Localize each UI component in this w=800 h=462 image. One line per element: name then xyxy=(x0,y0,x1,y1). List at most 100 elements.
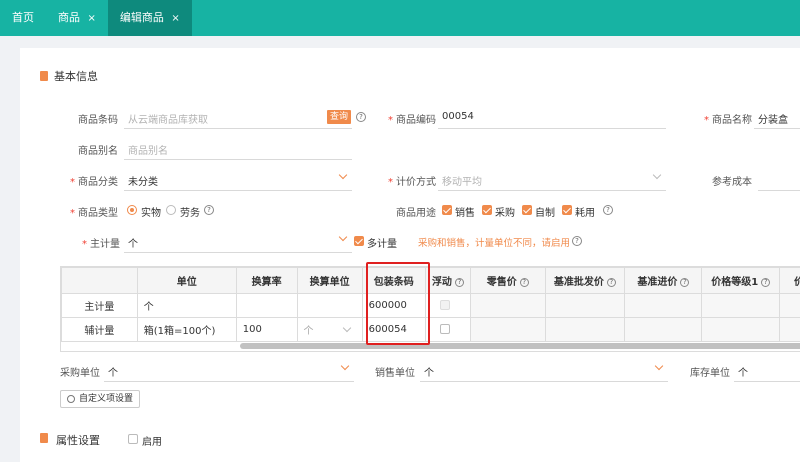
valuation-underline xyxy=(438,190,666,191)
tab-home[interactable]: 首页 xyxy=(0,0,46,36)
stock-unit-label: 库存单位 xyxy=(690,368,730,379)
required-mark: * xyxy=(388,115,393,126)
close-icon[interactable]: × xyxy=(171,13,179,24)
wholesale-price-cell[interactable] xyxy=(544,317,626,342)
radio-service-label: 劳务 xyxy=(180,208,200,219)
checkbox-selfmade-label: 自制 xyxy=(535,208,555,219)
chevron-down-icon[interactable] xyxy=(652,170,662,180)
checkbox-enable-attributes[interactable] xyxy=(128,434,138,444)
document-icon xyxy=(40,71,48,81)
conv-unit-cell[interactable] xyxy=(296,293,363,318)
float-cell xyxy=(424,293,471,318)
help-icon[interactable]: ? xyxy=(680,277,690,287)
sale-unit-label: 销售单位 xyxy=(375,368,415,379)
checkbox-sale[interactable] xyxy=(442,205,452,215)
required-mark: * xyxy=(388,177,393,188)
purchase-price-cell[interactable] xyxy=(624,293,703,318)
header-text: 基准进价 xyxy=(637,277,678,288)
required-mark: * xyxy=(70,177,75,188)
code-label-text: 商品编码 xyxy=(396,115,436,126)
radio-physical[interactable] xyxy=(127,205,137,215)
float-checkbox[interactable] xyxy=(439,324,450,334)
unit-cell[interactable]: 箱(1箱=100个) xyxy=(136,317,237,342)
name-input[interactable]: 分装盒 xyxy=(758,111,788,126)
chevron-down-icon[interactable] xyxy=(338,232,348,242)
extra-cell[interactable] xyxy=(779,293,800,318)
chevron-down-icon[interactable] xyxy=(654,361,664,371)
sale-unit-select[interactable]: 个 xyxy=(424,364,434,379)
checkbox-multi-unit[interactable] xyxy=(354,236,364,246)
code-input[interactable]: 00054 xyxy=(442,111,474,122)
stock-unit-underline xyxy=(734,381,800,382)
header-text: 基准批发价 xyxy=(553,277,604,288)
ref-cost-input[interactable] xyxy=(758,190,800,191)
tab-edit-product[interactable]: 编辑商品 × xyxy=(107,0,192,36)
wholesale-price-cell[interactable] xyxy=(544,293,626,318)
retail-price-cell[interactable] xyxy=(469,293,546,318)
table-row: 辅计量 箱(1箱=100个) 100 个 600054 xyxy=(61,317,800,342)
gear-icon xyxy=(67,395,75,403)
units-table: 单位 换算率 换算单位 包装条码 浮动? 零售价? 基准批发价? 基准进价? 价… xyxy=(60,266,800,352)
alias-input[interactable]: 商品别名 xyxy=(128,142,168,157)
main-unit-label: * 主计量 xyxy=(60,235,120,250)
chevron-down-icon[interactable] xyxy=(338,170,348,180)
conv-unit-value: 个 xyxy=(303,326,314,337)
barcode-input[interactable]: 从云端商品库获取 xyxy=(128,111,208,126)
custom-fields-button[interactable]: 自定义项设置 xyxy=(60,390,141,408)
checkbox-consume[interactable] xyxy=(562,205,572,215)
table-scrollbar[interactable] xyxy=(240,343,800,349)
table-header: 基准进价? xyxy=(624,267,703,294)
help-icon[interactable]: ? xyxy=(761,277,771,287)
query-button[interactable]: 查询 xyxy=(327,110,352,124)
tab-label: 商品 xyxy=(58,11,80,24)
tab-bar: 首页 商品 × 编辑商品 × xyxy=(0,0,800,36)
rate-cell[interactable]: 100 xyxy=(235,317,298,342)
float-checkbox[interactable] xyxy=(439,300,450,310)
table-header: 价 xyxy=(779,267,800,294)
help-icon[interactable]: ? xyxy=(603,205,613,215)
price-level-cell[interactable] xyxy=(701,293,781,318)
checkbox-purchase[interactable] xyxy=(482,205,492,215)
checkbox-selfmade[interactable] xyxy=(522,205,532,215)
purchase-unit-select[interactable]: 个 xyxy=(108,364,118,379)
help-icon[interactable]: ? xyxy=(606,277,616,287)
radio-service[interactable] xyxy=(166,205,176,215)
help-icon[interactable]: ? xyxy=(356,112,366,122)
name-label: * 商品名称 xyxy=(696,111,752,126)
required-mark: * xyxy=(82,239,87,250)
help-icon[interactable]: ? xyxy=(572,236,582,246)
price-level-cell[interactable] xyxy=(701,317,781,342)
category-select[interactable]: 未分类 xyxy=(128,173,158,188)
checkbox-consume-label: 耗用 xyxy=(575,208,595,219)
table-header-row: 单位 换算率 换算单位 包装条码 浮动? 零售价? 基准批发价? 基准进价? 价… xyxy=(61,267,800,294)
chevron-down-icon[interactable] xyxy=(342,323,351,333)
valuation-select[interactable]: 移动平均 xyxy=(442,173,482,188)
table-header: 换算率 xyxy=(235,267,298,294)
table-header: 价格等级1? xyxy=(701,267,781,294)
help-icon[interactable]: ? xyxy=(204,205,214,215)
chevron-down-icon[interactable] xyxy=(340,361,350,371)
name-label-text: 商品名称 xyxy=(712,115,752,126)
purchase-price-cell[interactable] xyxy=(624,317,703,342)
name-underline xyxy=(754,128,800,129)
header-text: 浮动 xyxy=(431,277,452,288)
stock-unit-select[interactable]: 个 xyxy=(738,364,748,379)
extra-cell[interactable] xyxy=(779,317,800,342)
sale-unit-underline xyxy=(420,381,668,382)
category-underline xyxy=(124,190,352,191)
alias-label: 商品别名 xyxy=(78,146,118,157)
tab-products[interactable]: 商品 × xyxy=(46,0,108,36)
unit-cell[interactable]: 个 xyxy=(136,293,237,318)
highlight-box xyxy=(366,262,430,345)
required-mark: * xyxy=(704,115,709,126)
tab-label: 编辑商品 xyxy=(119,11,164,24)
retail-price-cell[interactable] xyxy=(469,317,546,342)
rate-cell[interactable] xyxy=(235,293,298,318)
help-icon[interactable]: ? xyxy=(454,277,464,287)
main-unit-select[interactable]: 个 xyxy=(128,235,138,250)
close-icon[interactable]: × xyxy=(88,13,96,24)
help-icon[interactable]: ? xyxy=(519,277,529,287)
table-row: 主计量 个 600000 xyxy=(61,293,800,318)
radio-physical-label: 实物 xyxy=(141,208,161,219)
conv-unit-cell[interactable]: 个 xyxy=(296,317,363,342)
